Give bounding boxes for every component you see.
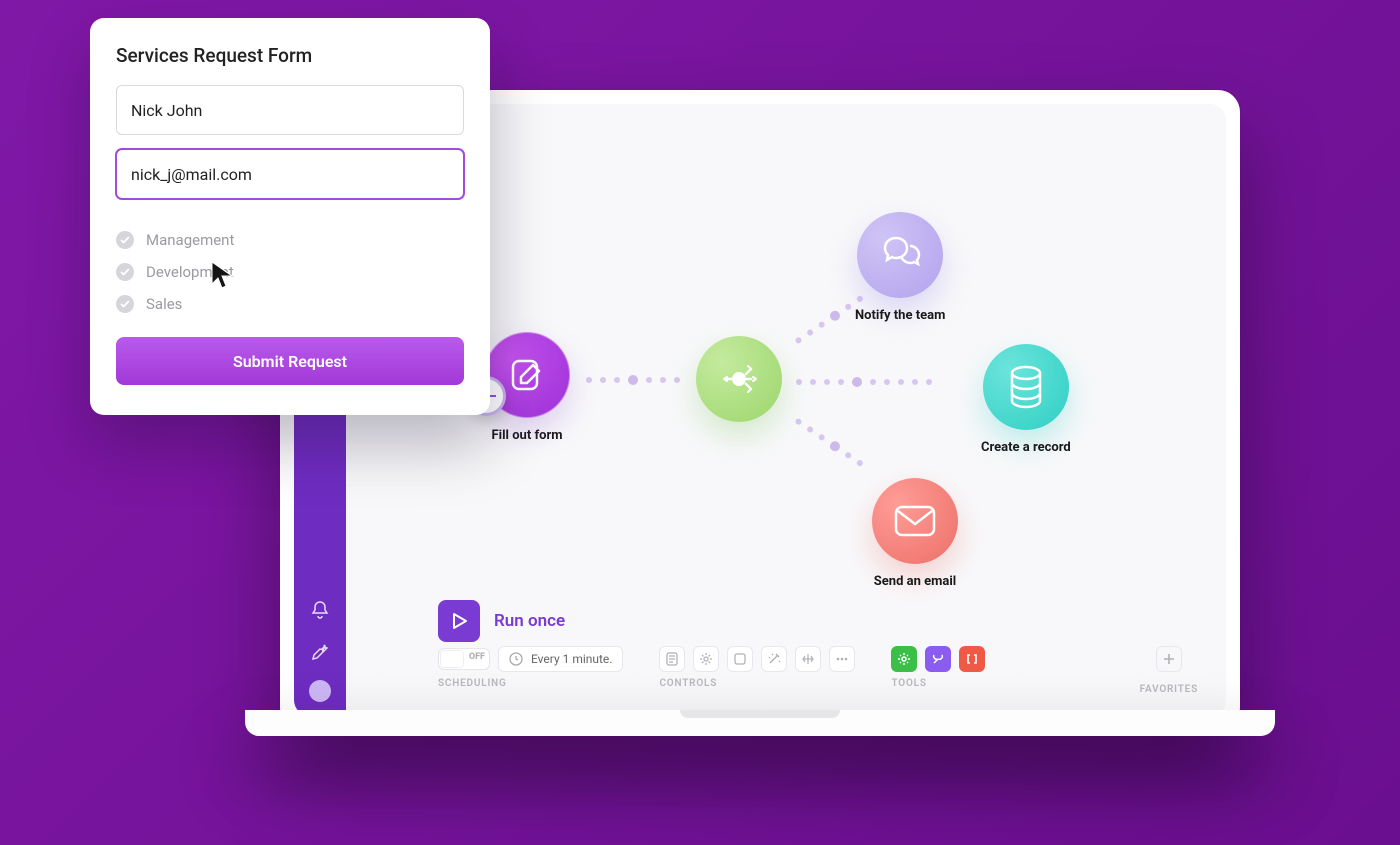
services-request-form: Services Request Form Management Develop… xyxy=(90,18,490,415)
favorites-group: FAVORITES xyxy=(1140,646,1198,695)
scheduling-caption: SCHEDULING xyxy=(438,678,623,689)
check-sales[interactable]: Sales xyxy=(116,295,464,313)
form-title: Services Request Form xyxy=(116,44,464,67)
node-notify-team[interactable]: Notify the team xyxy=(855,212,945,323)
scheduling-group: OFF Every 1 minute. SCHEDULING xyxy=(438,646,623,689)
email-input[interactable] xyxy=(116,149,464,199)
tool-gear[interactable] xyxy=(891,646,917,672)
category-checklist: Management Development Sales xyxy=(116,231,464,313)
check-icon xyxy=(116,295,134,313)
connector-dots xyxy=(794,417,890,485)
control-magic[interactable] xyxy=(761,646,787,672)
edit-icon xyxy=(507,355,547,395)
scheduling-toggle[interactable]: OFF xyxy=(438,648,490,670)
database-icon xyxy=(1006,365,1046,409)
plus-icon xyxy=(1163,653,1175,665)
router-icon xyxy=(717,357,761,401)
clock-icon xyxy=(509,652,523,666)
check-label: Sales xyxy=(146,295,182,313)
check-management[interactable]: Management xyxy=(116,231,464,249)
favorites-caption: FAVORITES xyxy=(1140,684,1198,695)
sidebar-item-notifications[interactable] xyxy=(306,596,334,624)
control-notes[interactable] xyxy=(659,646,685,672)
controls-caption: CONTROLS xyxy=(659,678,855,689)
control-more[interactable] xyxy=(829,646,855,672)
controls-group: CONTROLS xyxy=(659,646,855,689)
control-align[interactable] xyxy=(795,646,821,672)
control-settings[interactable] xyxy=(693,646,719,672)
run-once-button[interactable] xyxy=(438,600,480,642)
check-icon xyxy=(116,231,134,249)
bottom-toolbar: OFF Every 1 minute. SCHEDULING xyxy=(438,646,1198,698)
node-create-record[interactable]: Create a record xyxy=(981,344,1071,455)
check-label: Management xyxy=(146,231,234,249)
laptop-base xyxy=(245,710,1275,736)
run-bar: Run once xyxy=(438,600,565,642)
play-icon xyxy=(450,612,468,630)
node-label: Notify the team xyxy=(855,308,945,323)
node-label: Send an email xyxy=(872,574,958,589)
add-favorite-button[interactable] xyxy=(1156,646,1182,672)
chat-icon xyxy=(877,234,923,276)
node-label: Fill out form xyxy=(484,428,570,443)
mail-icon xyxy=(892,503,938,539)
control-note[interactable] xyxy=(727,646,753,672)
node-label: Create a record xyxy=(981,440,1071,455)
tool-brackets[interactable] xyxy=(959,646,985,672)
check-icon xyxy=(116,263,134,281)
schedule-text: Every 1 minute. xyxy=(531,652,612,666)
tools-group: TOOLS xyxy=(891,646,985,689)
connector-dots xyxy=(796,378,976,386)
submit-request-button[interactable]: Submit Request xyxy=(116,337,464,385)
node-fill-out-form[interactable]: Fill out form xyxy=(484,332,570,443)
tool-wrench[interactable] xyxy=(925,646,951,672)
check-development[interactable]: Development xyxy=(116,263,464,281)
node-router[interactable] xyxy=(696,336,782,432)
sidebar-avatar[interactable] xyxy=(309,680,331,702)
connector-dots xyxy=(586,376,696,384)
sidebar-item-settings[interactable] xyxy=(306,638,334,666)
node-send-email[interactable]: Send an email xyxy=(872,478,958,589)
run-once-label: Run once xyxy=(494,611,565,631)
tools-caption: TOOLS xyxy=(891,678,985,689)
name-input[interactable] xyxy=(116,85,464,135)
schedule-pill[interactable]: Every 1 minute. xyxy=(498,646,623,672)
